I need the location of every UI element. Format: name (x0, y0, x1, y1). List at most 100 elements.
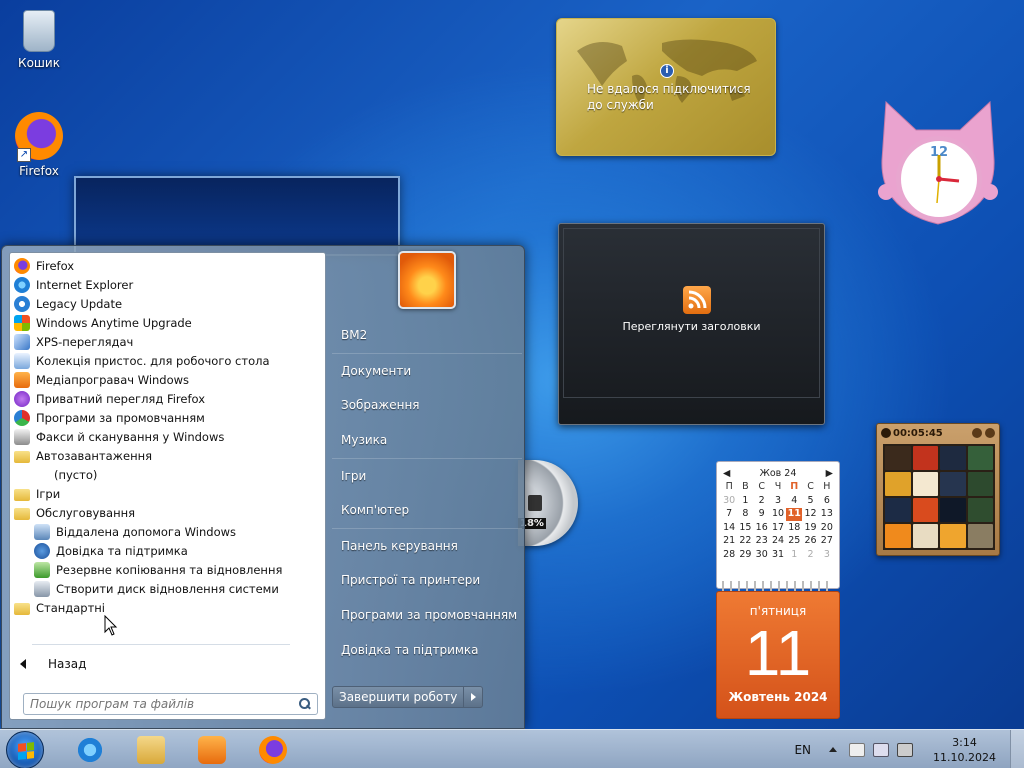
puzzle-tile[interactable] (967, 524, 993, 548)
program-list-item[interactable]: Медіапрогравач Windows (14, 370, 321, 389)
tray-clock[interactable]: 3:14 11.10.2024 (933, 735, 996, 765)
program-list-item[interactable]: Windows Anytime Upgrade (14, 313, 321, 332)
calendar-day-cell[interactable]: 30 (721, 495, 737, 508)
calendar-day-cell[interactable]: 2 (754, 495, 770, 508)
start-menu-place-item[interactable]: Музика (332, 423, 522, 458)
start-menu-place-item[interactable]: Панель керування (332, 528, 522, 563)
search-input[interactable] (30, 697, 297, 711)
picture-puzzle-gadget[interactable]: 00:05:45 (876, 423, 1000, 556)
puzzle-tile[interactable] (940, 472, 966, 496)
start-menu-place-item[interactable]: Комп'ютер (332, 493, 522, 528)
puzzle-tile[interactable] (885, 498, 911, 522)
calendar-day-cell[interactable]: 27 (819, 535, 835, 548)
shutdown-split-button[interactable]: Завершити роботу (332, 686, 484, 708)
calendar-day-cell[interactable]: 21 (721, 535, 737, 548)
start-button[interactable] (6, 731, 44, 768)
help-icon[interactable] (972, 428, 982, 438)
puzzle-tile[interactable] (885, 446, 911, 470)
puzzle-tile[interactable] (912, 524, 938, 548)
program-list-item[interactable]: Створити диск відновлення системи (14, 579, 321, 598)
calendar-day-cell[interactable]: 28 (721, 549, 737, 562)
calendar-day-cell[interactable]: 1 (737, 495, 753, 508)
calendar-day-cell[interactable]: 11 (786, 508, 803, 521)
program-list-item[interactable]: Резервне копіювання та відновлення (14, 560, 321, 579)
calendar-day-cell[interactable]: 23 (754, 535, 770, 548)
program-list-item[interactable]: Віддалена допомога Windows (14, 522, 321, 541)
program-list-item[interactable]: Колекція пристос. для робочого стола (14, 351, 321, 370)
calendar-day-cell[interactable]: 25 (786, 535, 802, 548)
search-icon[interactable] (297, 697, 311, 711)
calendar-day-cell[interactable]: 6 (819, 495, 835, 508)
start-menu-place-item[interactable]: BM2 (332, 318, 522, 353)
background-window[interactable] (74, 176, 400, 256)
cpu-meter-gadget[interactable]: 18% (518, 460, 578, 546)
currency-gadget[interactable]: i Не вдалося підключитися до служби (556, 18, 776, 156)
shutdown-options-arrow-icon[interactable] (464, 687, 482, 707)
calendar-day-cell[interactable]: 26 (802, 535, 818, 548)
puzzle-tile[interactable] (940, 524, 966, 548)
show-hidden-icons-icon[interactable] (829, 747, 838, 752)
puzzle-tile[interactable] (912, 446, 938, 470)
taskbar-media-player[interactable] (182, 732, 242, 767)
user-avatar[interactable] (398, 251, 456, 309)
calendar-day-cell[interactable]: 9 (754, 508, 770, 521)
puzzle-tile[interactable] (967, 472, 993, 496)
shuffle-icon[interactable] (985, 428, 995, 438)
network-icon[interactable] (873, 742, 890, 757)
start-menu-place-item[interactable]: Довідка та підтримка (332, 633, 522, 668)
back-button[interactable]: Назад (20, 657, 86, 671)
program-list-item[interactable]: Факси й сканування у Windows (14, 427, 321, 446)
calendar-day-cell[interactable]: 2 (802, 549, 818, 562)
calendar-day-cell[interactable]: 18 (786, 522, 802, 535)
calendar-day-cell[interactable]: 20 (819, 522, 835, 535)
puzzle-grid[interactable] (883, 444, 995, 550)
action-center-flag-icon[interactable] (849, 742, 866, 757)
feed-view-headlines-link[interactable]: Переглянути заголовки (559, 320, 824, 333)
calendar-day-cell[interactable]: 31 (770, 549, 786, 562)
calendar-day-cell[interactable]: 4 (786, 495, 802, 508)
puzzle-tile[interactable] (912, 498, 938, 522)
calendar-day-cell[interactable]: 1 (786, 549, 802, 562)
prev-month-icon[interactable]: ◀ (723, 468, 730, 479)
program-list-item[interactable]: Стандартні (14, 598, 321, 617)
puzzle-tile[interactable] (885, 472, 911, 496)
desktop-icon-recycle-bin[interactable]: Кошик (3, 6, 75, 70)
program-list-item[interactable]: (пусто) (14, 465, 321, 484)
puzzle-tile[interactable] (885, 524, 911, 548)
puzzle-tile[interactable] (967, 498, 993, 522)
calendar-day-cell[interactable]: 13 (819, 508, 835, 521)
start-menu-place-item[interactable]: Документи (332, 353, 522, 388)
program-list-item[interactable]: Обслуговування (14, 503, 321, 522)
calendar-day-cell[interactable]: 29 (737, 549, 753, 562)
clock-gadget[interactable]: 12 (878, 100, 998, 228)
start-menu-place-item[interactable]: Пристрої та принтери (332, 563, 522, 598)
desktop-icon-firefox[interactable]: ↗ Firefox (3, 112, 75, 178)
calendar-day-cell[interactable]: 8 (737, 508, 753, 521)
program-list-item[interactable]: Приватний перегляд Firefox (14, 389, 321, 408)
calendar-day-cell[interactable]: 3 (819, 549, 835, 562)
program-list-item[interactable]: Legacy Update (14, 294, 321, 313)
feed-headlines-gadget[interactable]: Переглянути заголовки (558, 223, 825, 425)
program-list-item[interactable]: Програми за промовчанням (14, 408, 321, 427)
start-menu-place-item[interactable]: Програми за промовчанням (332, 598, 522, 633)
calendar-day-cell[interactable]: 17 (770, 522, 786, 535)
show-desktop-button[interactable] (1010, 730, 1024, 768)
program-list-item[interactable]: Internet Explorer (14, 275, 321, 294)
calendar-day-cell[interactable]: 5 (802, 495, 818, 508)
calendar-day-cell[interactable]: 12 (802, 508, 818, 521)
calendar-gadget[interactable]: ◀ Жов 24 ▶ П В С Ч П С Н 30 1 2 3 4 5 6 7 8 9 10 11 12 13 14 1… (716, 461, 840, 719)
calendar-day-cell[interactable]: 3 (770, 495, 786, 508)
calendar-day-cell[interactable]: 19 (802, 522, 818, 535)
puzzle-tile[interactable] (912, 472, 938, 496)
calendar-day-cell[interactable]: 16 (754, 522, 770, 535)
calendar-day-cell[interactable]: 30 (754, 549, 770, 562)
calendar-day-cell[interactable]: 7 (721, 508, 737, 521)
start-menu-place-item[interactable]: Ігри (332, 458, 522, 493)
puzzle-tile[interactable] (967, 446, 993, 470)
program-list-item[interactable]: XPS-переглядач (14, 332, 321, 351)
calendar-day-cell[interactable]: 14 (721, 522, 737, 535)
shutdown-button[interactable]: Завершити роботу (333, 687, 465, 707)
language-indicator[interactable]: EN (794, 743, 811, 757)
program-list-item[interactable]: Автозавантаження (14, 446, 321, 465)
program-list-item[interactable]: Firefox (14, 256, 321, 275)
